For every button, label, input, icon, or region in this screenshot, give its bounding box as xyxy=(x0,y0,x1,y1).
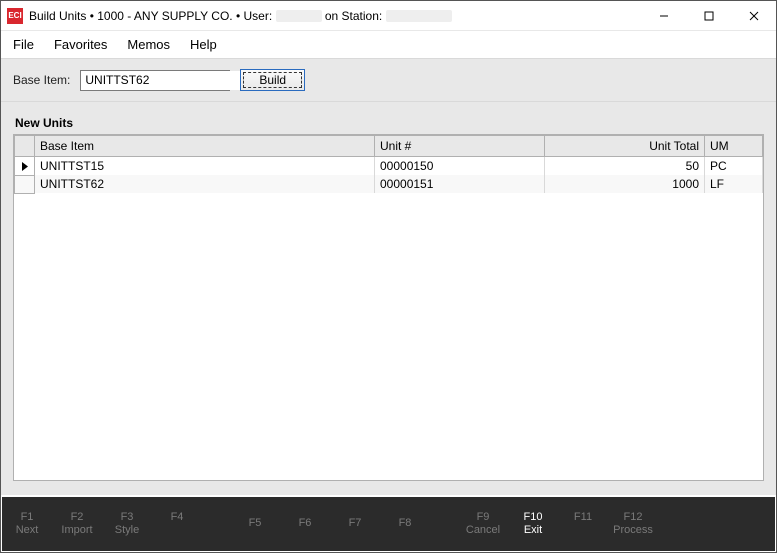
fkey-f10[interactable]: F10Exit xyxy=(508,507,558,541)
col-unit-no[interactable]: Unit # xyxy=(375,136,545,157)
fkey-label: Next xyxy=(2,524,52,537)
fkey-f2[interactable]: F2Import xyxy=(52,507,102,541)
fkey-f12[interactable]: F12Process xyxy=(608,507,658,541)
fkey-f5[interactable]: F5 xyxy=(230,513,280,534)
fkey-f6[interactable]: F6 xyxy=(280,513,330,534)
fkey-label: Cancel xyxy=(458,524,508,537)
new-units-grid[interactable]: Base Item Unit # Unit Total UM UNITTST15… xyxy=(13,134,764,481)
fkey-key: F11 xyxy=(558,511,608,524)
fkey-label: Import xyxy=(52,524,102,537)
base-item-input[interactable] xyxy=(81,71,244,90)
cell-base-item[interactable]: UNITTST62 xyxy=(35,175,375,193)
col-um[interactable]: UM xyxy=(705,136,763,157)
cell-unit-no[interactable]: 00000151 xyxy=(375,175,545,193)
fkey-key: F2 xyxy=(52,511,102,524)
content-area: New Units Base Item Unit # Unit Total UM… xyxy=(1,102,776,495)
close-button[interactable] xyxy=(731,1,776,30)
cell-unit-total[interactable]: 50 xyxy=(545,157,705,176)
fkey-f1[interactable]: F1Next xyxy=(2,507,52,541)
cell-base-item[interactable]: UNITTST15 xyxy=(35,157,375,176)
titlebar: ECI Build Units • 1000 - ANY SUPPLY CO. … xyxy=(1,1,776,31)
menu-help[interactable]: Help xyxy=(182,35,225,54)
cell-um[interactable]: LF xyxy=(705,175,763,193)
window-title: Build Units • 1000 - ANY SUPPLY CO. • Us… xyxy=(29,9,641,23)
fkey-key: F5 xyxy=(230,517,280,530)
fkey-f4[interactable]: F4 xyxy=(152,507,202,541)
fkey-key: F6 xyxy=(280,517,330,530)
table-row[interactable]: UNITTST150000015050PC xyxy=(15,157,763,176)
fkey-f9[interactable]: F9Cancel xyxy=(458,507,508,541)
row-selector[interactable] xyxy=(15,175,35,193)
app-icon: ECI xyxy=(7,8,23,24)
cell-unit-total[interactable]: 1000 xyxy=(545,175,705,193)
fkey-key: F10 xyxy=(508,511,558,524)
fkey-key: F8 xyxy=(380,517,430,530)
fkey-label: Exit xyxy=(508,524,558,537)
new-units-heading: New Units xyxy=(15,116,764,130)
fkey-key: F4 xyxy=(152,511,202,524)
fkey-key: F1 xyxy=(2,511,52,524)
table-row[interactable]: UNITTST62000001511000LF xyxy=(15,175,763,193)
base-item-label: Base Item: xyxy=(13,73,70,87)
fkey-label: Style xyxy=(102,524,152,537)
fkey-key: F9 xyxy=(458,511,508,524)
menu-memos[interactable]: Memos xyxy=(119,35,178,54)
cell-um[interactable]: PC xyxy=(705,157,763,176)
fkey-f7[interactable]: F7 xyxy=(330,513,380,534)
build-button[interactable]: Build xyxy=(240,69,305,91)
base-item-combo[interactable] xyxy=(80,70,230,91)
fkey-label: Process xyxy=(608,524,658,537)
function-key-bar: F1NextF2ImportF3StyleF4 F5F6F7F8 F9Cance… xyxy=(2,497,775,551)
fkey-f3[interactable]: F3Style xyxy=(102,507,152,541)
fkey-key: F7 xyxy=(330,517,380,530)
toolbar: Base Item: Build xyxy=(1,58,776,102)
current-row-icon xyxy=(22,162,28,171)
row-selector-header xyxy=(15,136,35,157)
fkey-key: F3 xyxy=(102,511,152,524)
col-base-item[interactable]: Base Item xyxy=(35,136,375,157)
fkey-key: F12 xyxy=(608,511,658,524)
maximize-button[interactable] xyxy=(686,1,731,30)
fkey-f11[interactable]: F11 xyxy=(558,507,608,541)
row-selector[interactable] xyxy=(15,157,35,176)
menu-file[interactable]: File xyxy=(5,35,42,54)
fkey-f8[interactable]: F8 xyxy=(380,513,430,534)
menubar: File Favorites Memos Help xyxy=(1,31,776,58)
minimize-button[interactable] xyxy=(641,1,686,30)
menu-favorites[interactable]: Favorites xyxy=(46,35,115,54)
col-unit-total[interactable]: Unit Total xyxy=(545,136,705,157)
cell-unit-no[interactable]: 00000150 xyxy=(375,157,545,176)
